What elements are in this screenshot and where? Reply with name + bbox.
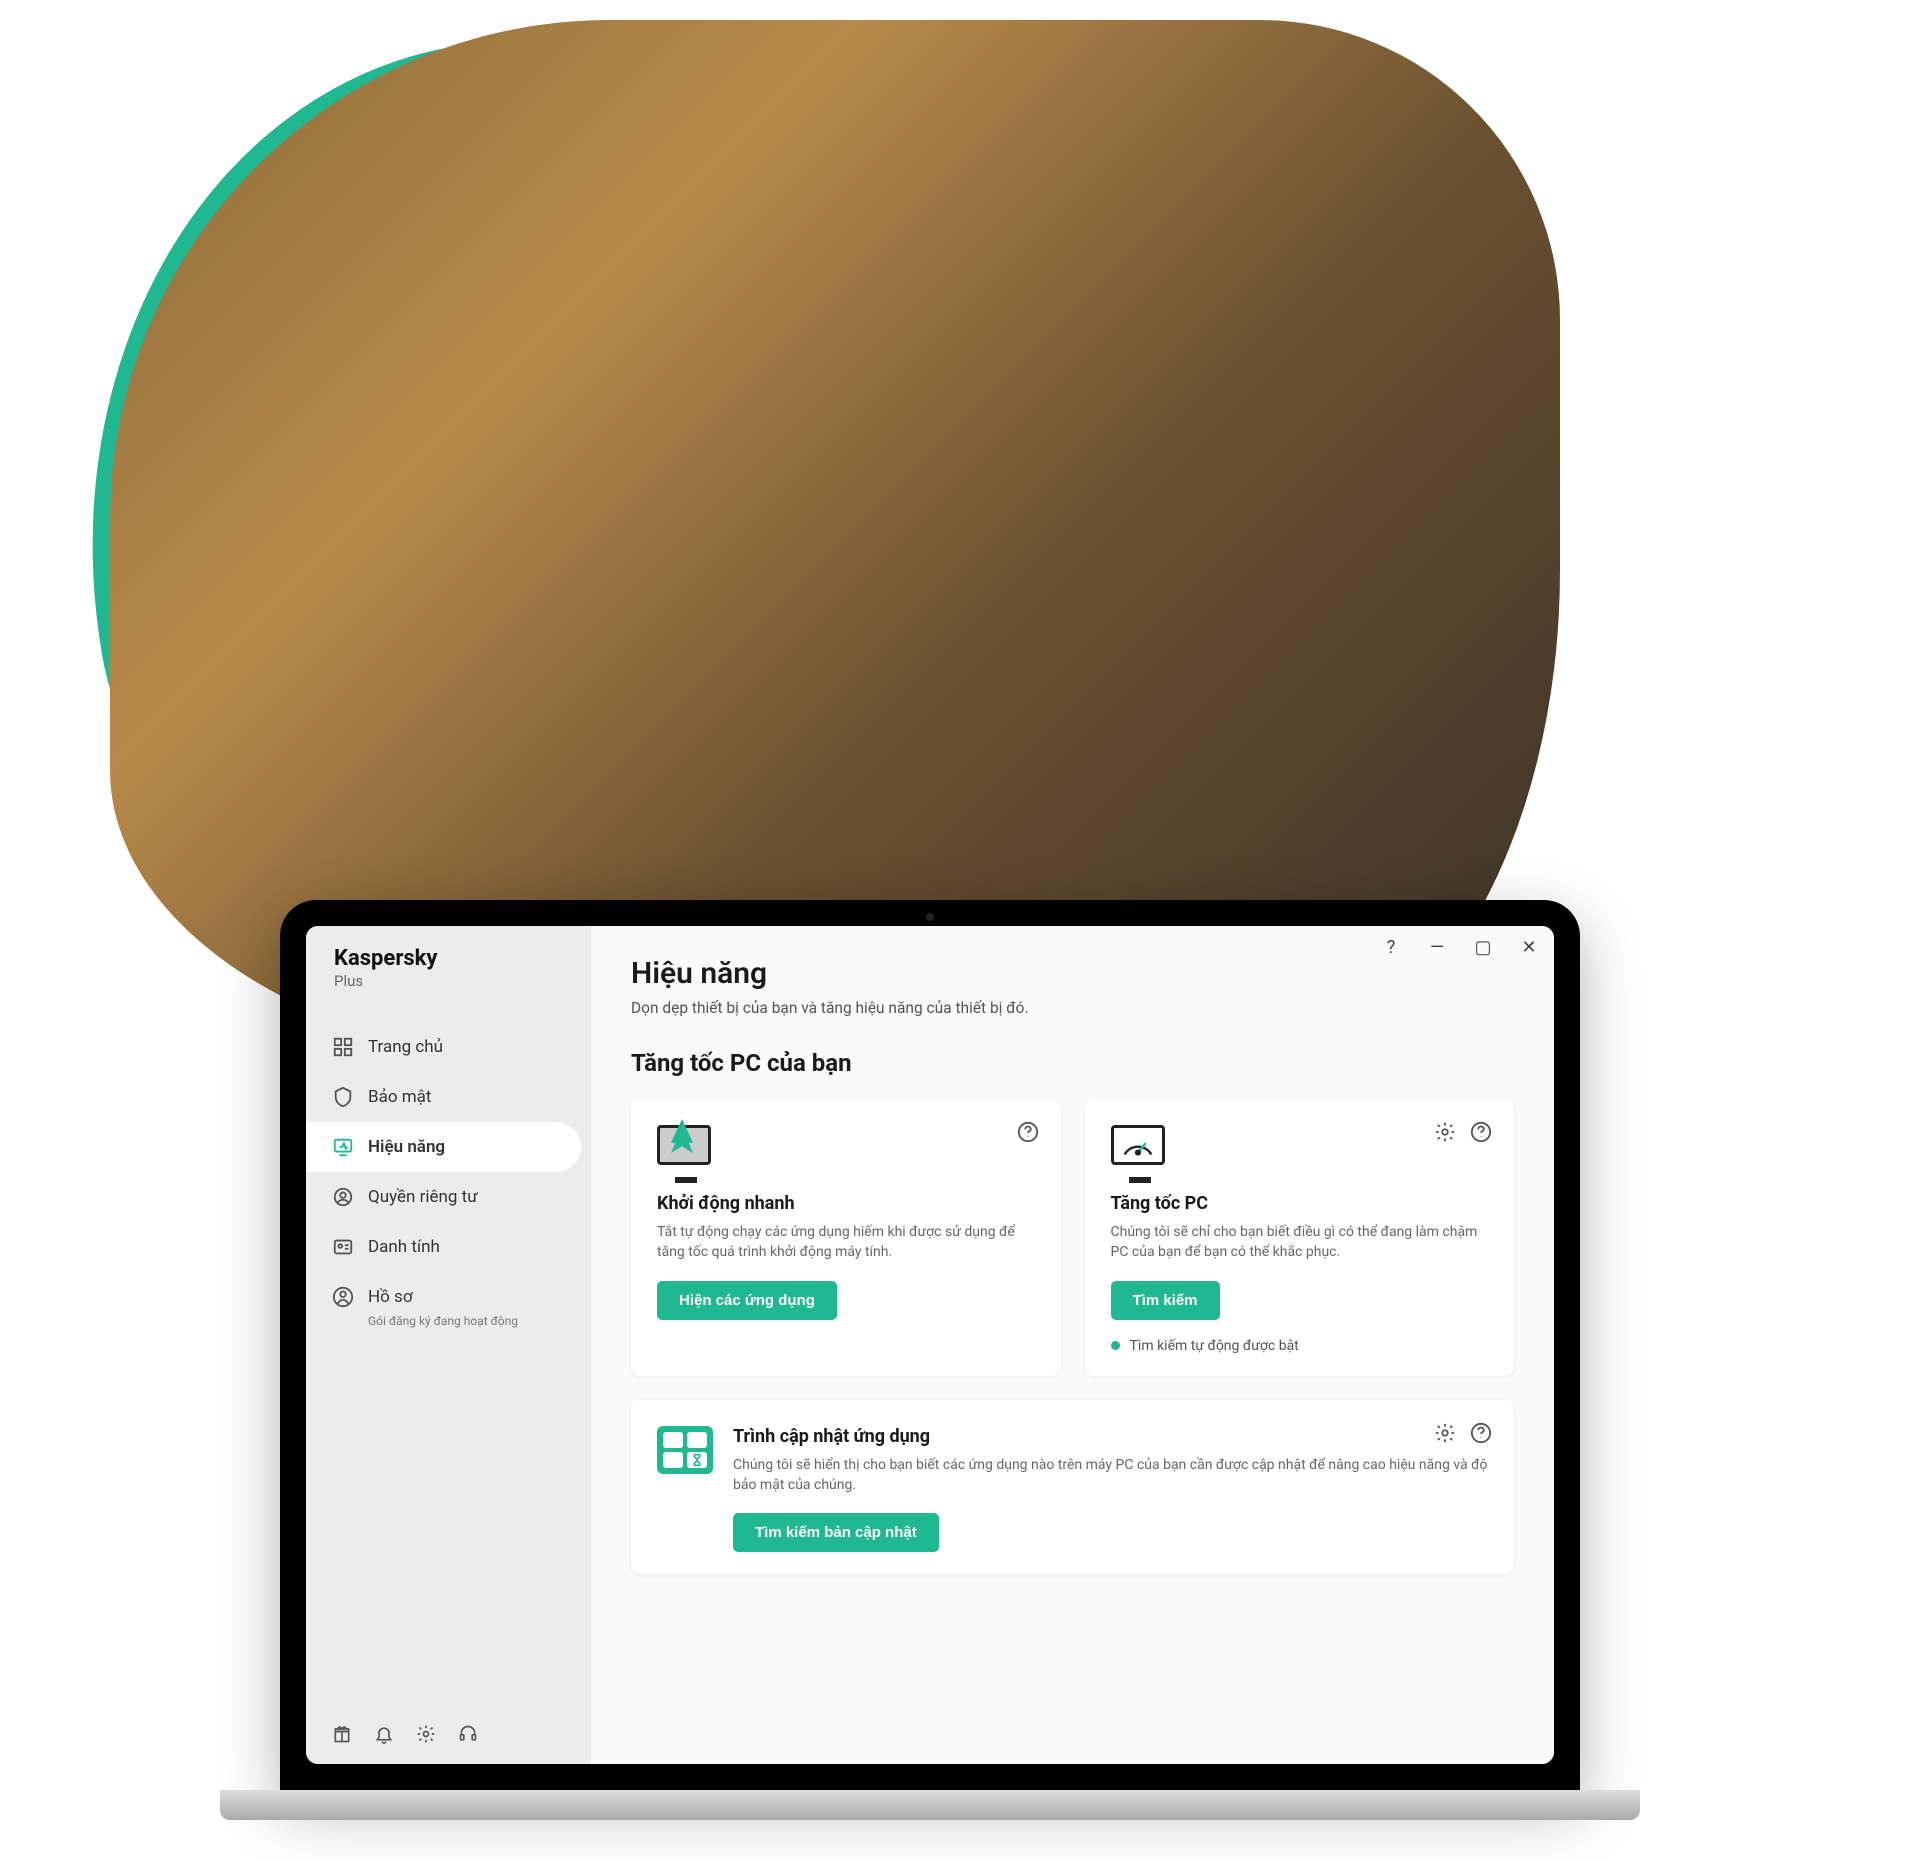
privacy-icon (332, 1186, 354, 1208)
card-title: Trình cập nhật ứng dụng (733, 1426, 1488, 1447)
brand-tier: Plus (334, 972, 563, 990)
gear-icon[interactable] (1434, 1422, 1456, 1444)
nav: Trang chủ Bảo mật Hiệu năng Quyền riêng … (306, 1018, 591, 1704)
page-subtitle: Dọn dẹp thiết bị của bạn và tăng hiệu nă… (631, 999, 1514, 1017)
close-icon[interactable]: ✕ (1520, 938, 1538, 956)
laptop-base (220, 1790, 1640, 1820)
card-app-updater: Trình cập nhật ứng dụng Chúng tôi sẽ hiể… (631, 1400, 1514, 1575)
nav-performance[interactable]: Hiệu năng (306, 1122, 581, 1172)
help-circle-icon[interactable] (1470, 1422, 1492, 1444)
card-speed-up-pc: Tăng tốc PC Chúng tôi sẽ chỉ cho bạn biế… (1085, 1099, 1515, 1376)
rocket-monitor-icon (657, 1125, 715, 1175)
app-updater-icon (657, 1426, 713, 1474)
card-desc: Chúng tôi sẽ chỉ cho bạn biết điều gì có… (1111, 1222, 1489, 1263)
card-title: Khởi động nhanh (657, 1193, 1035, 1214)
page-title: Hiệu năng (631, 956, 1514, 991)
help-icon[interactable]: ? (1382, 938, 1400, 956)
brand-name: Kaspersky (334, 946, 563, 971)
gear-icon[interactable] (1434, 1121, 1456, 1143)
gauge-monitor-icon (1111, 1125, 1169, 1175)
minimize-icon[interactable]: — (1428, 938, 1446, 956)
nav-profile-sub: Gói đăng ký đang hoạt động (368, 1314, 591, 1328)
nav-label: Trang chủ (368, 1037, 443, 1057)
monitor-speed-icon (332, 1136, 354, 1158)
bell-icon[interactable] (374, 1724, 394, 1744)
app-window: ? — ▢ ✕ Kaspersky Plus Trang chủ Bảo mật (306, 926, 1554, 1764)
card-desc: Tắt tự động chạy các ứng dụng hiếm khi đ… (657, 1222, 1035, 1263)
card-quick-startup: Khởi động nhanh Tắt tự động chạy các ứng… (631, 1099, 1061, 1376)
headset-icon[interactable] (458, 1724, 478, 1744)
gear-icon[interactable] (416, 1724, 436, 1744)
laptop-camera (926, 913, 934, 921)
grid-icon (332, 1036, 354, 1058)
gift-icon[interactable] (332, 1724, 352, 1744)
sidebar-bottom (306, 1704, 591, 1764)
search-updates-button[interactable]: Tìm kiếm bản cập nhật (733, 1513, 939, 1552)
user-circle-icon (332, 1286, 354, 1308)
auto-search-status: Tìm kiếm tự động được bật (1111, 1338, 1489, 1354)
sidebar: Kaspersky Plus Trang chủ Bảo mật Hiệu nă… (306, 926, 591, 1764)
status-text: Tìm kiếm tự động được bật (1130, 1338, 1299, 1354)
card-desc: Chúng tôi sẽ hiển thị cho bạn biết các ứ… (733, 1455, 1488, 1496)
main-panel: Hiệu năng Dọn dẹp thiết bị của bạn và tă… (591, 926, 1554, 1764)
search-button[interactable]: Tìm kiếm (1111, 1281, 1220, 1320)
maximize-icon[interactable]: ▢ (1474, 938, 1492, 956)
laptop-frame: ? — ▢ ✕ Kaspersky Plus Trang chủ Bảo mật (280, 900, 1580, 1790)
help-circle-icon[interactable] (1017, 1121, 1039, 1143)
nav-label: Danh tính (368, 1237, 440, 1257)
nav-label: Bảo mật (368, 1087, 431, 1107)
nav-security[interactable]: Bảo mật (306, 1072, 581, 1122)
section-title: Tăng tốc PC của bạn (631, 1049, 1514, 1077)
id-card-icon (332, 1236, 354, 1258)
nav-privacy[interactable]: Quyền riêng tư (306, 1172, 581, 1222)
nav-identity[interactable]: Danh tính (306, 1222, 581, 1272)
status-dot-icon (1111, 1341, 1120, 1350)
nav-home[interactable]: Trang chủ (306, 1022, 581, 1072)
shield-icon (332, 1086, 354, 1108)
window-titlebar: ? — ▢ ✕ (1382, 938, 1538, 956)
card-title: Tăng tốc PC (1111, 1193, 1489, 1214)
show-apps-button[interactable]: Hiện các ứng dụng (657, 1281, 837, 1320)
help-circle-icon[interactable] (1470, 1121, 1492, 1143)
nav-label: Quyền riêng tư (368, 1187, 478, 1207)
brand-block: Kaspersky Plus (306, 946, 591, 1018)
nav-label: Hồ sơ (368, 1287, 413, 1307)
nav-label: Hiệu năng (368, 1137, 445, 1157)
